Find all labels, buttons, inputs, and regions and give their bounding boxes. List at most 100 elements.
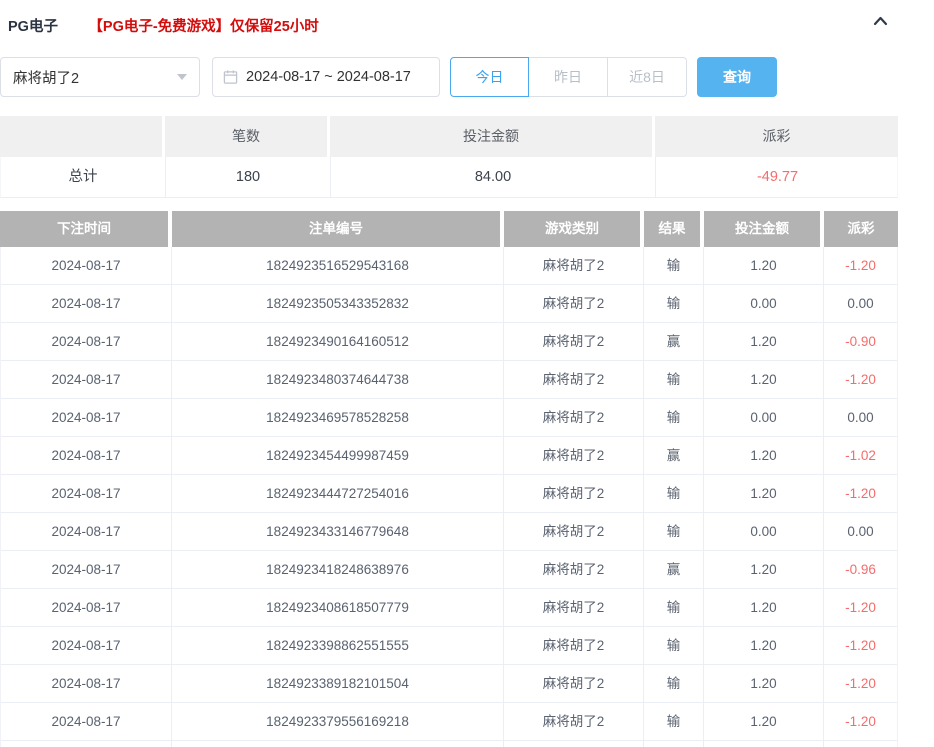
- cell-date: 2024-08-17: [1, 285, 172, 322]
- records-partial-row: [0, 741, 898, 747]
- game-select-value: 麻将胡了2: [13, 67, 79, 88]
- cell-date: 2024-08-17: [1, 437, 172, 474]
- cell-bet-id: 1824923490164160512: [172, 323, 504, 360]
- records-col-result: 结果: [644, 211, 704, 247]
- cell-date: 2024-08-17: [1, 665, 172, 702]
- cell-result: 输: [644, 361, 704, 398]
- chevron-up-icon: [872, 14, 889, 33]
- pg-report-panel: PG电子 【PG电子-免费游戏】仅保留25小时 麻将胡了2 2024-08-17…: [0, 0, 934, 747]
- cell-bet-id: 1824923418248638976: [172, 551, 504, 588]
- cell-game: 麻将胡了2: [504, 399, 644, 436]
- cell-game: 麻将胡了2: [504, 513, 644, 550]
- summary-total-row: 总计 180 84.00 -49.77: [0, 157, 898, 198]
- table-row: 2024-08-171824923398862551555麻将胡了2输1.20-…: [1, 627, 897, 665]
- table-row: 2024-08-171824923433146779648麻将胡了2输0.000…: [1, 513, 897, 551]
- filter-bar: 麻将胡了2 2024-08-17 ~ 2024-08-17 今日 昨日 近8日 …: [0, 57, 934, 97]
- cell-payout: 0.00: [824, 285, 897, 322]
- cell-payout: -1.20: [824, 361, 897, 398]
- table-row: 2024-08-171824923444727254016麻将胡了2输1.20-…: [1, 475, 897, 513]
- summary-total-count: 180: [166, 157, 331, 197]
- cell-game: 麻将胡了2: [504, 247, 644, 284]
- query-button[interactable]: 查询: [697, 57, 777, 97]
- cell-date: 2024-08-17: [1, 551, 172, 588]
- cell-payout: -0.90: [824, 323, 897, 360]
- table-row: 2024-08-171824923454499987459麻将胡了2赢1.20-…: [1, 437, 897, 475]
- cell-bet-amount: 1.20: [704, 361, 824, 398]
- cell-result: 输: [644, 475, 704, 512]
- cell-payout: -1.20: [824, 589, 897, 626]
- records-col-bet-id: 注单编号: [172, 211, 504, 247]
- table-row: 2024-08-171824923418248638976麻将胡了2赢1.20-…: [1, 551, 897, 589]
- records-col-payout: 派彩: [824, 211, 898, 247]
- table-row: 2024-08-171824923516529543168麻将胡了2输1.20-…: [1, 247, 897, 285]
- cell-result: 赢: [644, 323, 704, 360]
- cell-date: 2024-08-17: [1, 361, 172, 398]
- cell-result: 赢: [644, 551, 704, 588]
- cell-game: 麻将胡了2: [504, 589, 644, 626]
- cell-bet-id: 1824923469578528258: [172, 399, 504, 436]
- cell-bet-amount: 0.00: [704, 399, 824, 436]
- collapse-button[interactable]: [870, 13, 890, 33]
- summary-header-row: 笔数 投注金额 派彩: [0, 116, 898, 157]
- yesterday-button[interactable]: 昨日: [529, 57, 608, 97]
- cell-bet-id: 1824923379556169218: [172, 703, 504, 740]
- table-row: 2024-08-171824923389182101504麻将胡了2输1.20-…: [1, 665, 897, 703]
- cell-bet-amount: 0.00: [704, 285, 824, 322]
- cell-bet-id: 1824923398862551555: [172, 627, 504, 664]
- cell-date: 2024-08-17: [1, 627, 172, 664]
- records-body: 2024-08-171824923516529543168麻将胡了2输1.20-…: [0, 247, 898, 741]
- summary-total-payout: -49.77: [656, 157, 899, 197]
- cell-date: 2024-08-17: [1, 589, 172, 626]
- table-row: 2024-08-171824923480374644738麻将胡了2输1.20-…: [1, 361, 897, 399]
- cell-payout: -1.20: [824, 703, 897, 740]
- cell-bet-id: 1824923480374644738: [172, 361, 504, 398]
- cell-bet-id: 1824923444727254016: [172, 475, 504, 512]
- records-table: 下注时间 注单编号 游戏类别 结果 投注金额 派彩 2024-08-171824…: [0, 211, 898, 747]
- cell-payout: -1.20: [824, 627, 897, 664]
- summary-table: 笔数 投注金额 派彩 总计 180 84.00 -49.77: [0, 116, 898, 198]
- cell-result: 输: [644, 703, 704, 740]
- cell-result: 输: [644, 589, 704, 626]
- last-8-days-button[interactable]: 近8日: [608, 57, 687, 97]
- cell-bet-id: 1824923433146779648: [172, 513, 504, 550]
- cell-payout: -1.02: [824, 437, 897, 474]
- cell-result: 赢: [644, 437, 704, 474]
- table-row: 2024-08-171824923408618507779麻将胡了2输1.20-…: [1, 589, 897, 627]
- cell-bet-id: 1824923516529543168: [172, 247, 504, 284]
- cell-bet-id: 1824923408618507779: [172, 589, 504, 626]
- chevron-down-icon: [177, 74, 187, 80]
- calendar-icon: [223, 69, 238, 85]
- summary-col-blank: [0, 116, 165, 157]
- cell-result: 输: [644, 247, 704, 284]
- cell-game: 麻将胡了2: [504, 703, 644, 740]
- date-range-input[interactable]: 2024-08-17 ~ 2024-08-17: [212, 57, 440, 97]
- cell-payout: -1.20: [824, 475, 897, 512]
- cell-bet-amount: 1.20: [704, 247, 824, 284]
- today-button[interactable]: 今日: [450, 57, 529, 97]
- cell-result: 输: [644, 513, 704, 550]
- cell-bet-amount: 1.20: [704, 589, 824, 626]
- notice-text: 【PG电子-免费游戏】仅保留25小时: [88, 19, 318, 35]
- cell-game: 麻将胡了2: [504, 437, 644, 474]
- table-row: 2024-08-171824923469578528258麻将胡了2输0.000…: [1, 399, 897, 437]
- cell-payout: 0.00: [824, 399, 897, 436]
- cell-game: 麻将胡了2: [504, 361, 644, 398]
- cell-payout: -1.20: [824, 665, 897, 702]
- table-row: 2024-08-171824923379556169218麻将胡了2输1.20-…: [1, 703, 897, 741]
- records-header-row: 下注时间 注单编号 游戏类别 结果 投注金额 派彩: [0, 211, 898, 247]
- cell-game: 麻将胡了2: [504, 551, 644, 588]
- cell-game: 麻将胡了2: [504, 475, 644, 512]
- cell-date: 2024-08-17: [1, 399, 172, 436]
- cell-date: 2024-08-17: [1, 703, 172, 740]
- cell-date: 2024-08-17: [1, 475, 172, 512]
- cell-game: 麻将胡了2: [504, 323, 644, 360]
- summary-total-label: 总计: [1, 157, 166, 197]
- cell-bet-amount: 1.20: [704, 703, 824, 740]
- summary-col-bet-amount: 投注金额: [330, 116, 655, 157]
- summary-col-payout: 派彩: [655, 116, 898, 157]
- game-select[interactable]: 麻将胡了2: [0, 57, 200, 97]
- cell-bet-amount: 1.20: [704, 627, 824, 664]
- table-row: 2024-08-171824923505343352832麻将胡了2输0.000…: [1, 285, 897, 323]
- cell-date: 2024-08-17: [1, 323, 172, 360]
- cell-result: 输: [644, 399, 704, 436]
